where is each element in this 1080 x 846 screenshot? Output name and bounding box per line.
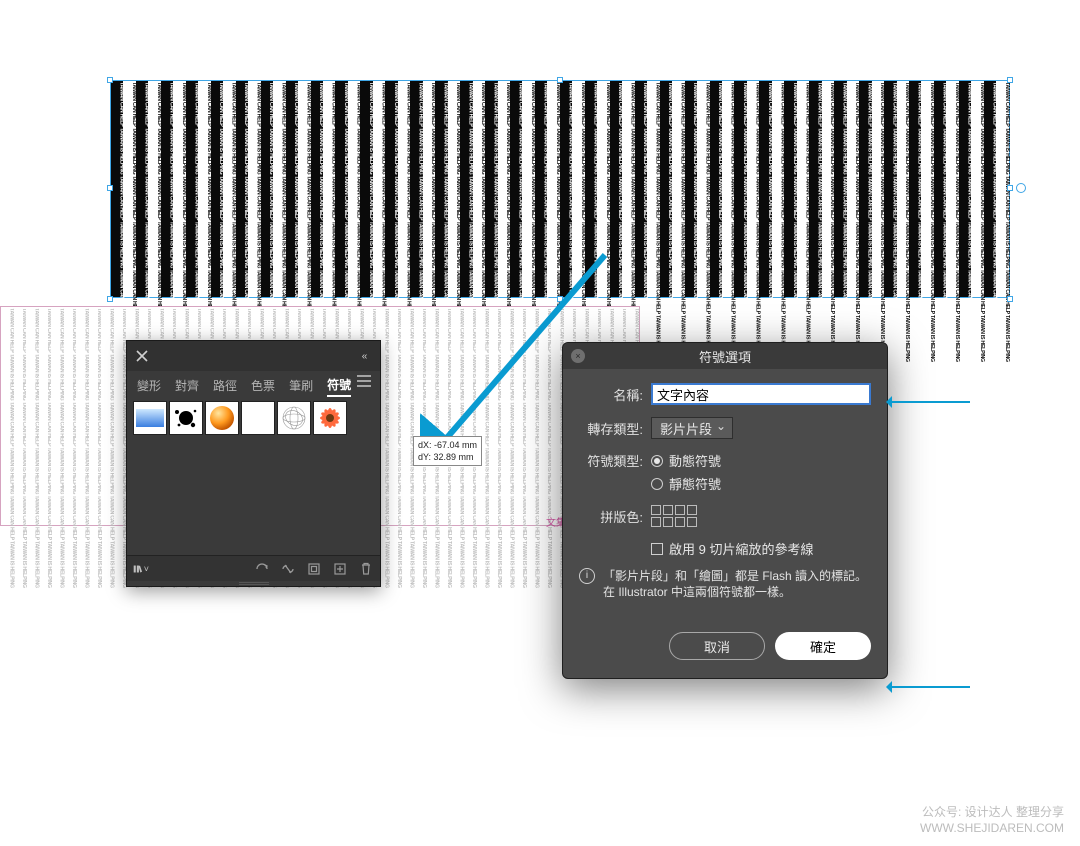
selection-handle-mr[interactable] xyxy=(1007,185,1013,191)
panel-menu-icon[interactable] xyxy=(354,375,374,390)
cancel-button[interactable]: 取消 xyxy=(669,632,765,660)
collapse-icon[interactable]: « xyxy=(352,341,376,371)
panel-tab-row: 變形 對齊 路徑 色票 筆刷 符號 xyxy=(127,371,380,395)
tooltip-dx: dX: -67.04 mm xyxy=(418,439,477,451)
nine-slice-label: 啟用 9 切片縮放的參考線 xyxy=(669,539,813,558)
dialog-info: i 「影片片段」和「繪圖」都是 Flash 讀入的標記。在 Illustrato… xyxy=(579,568,871,600)
credit-line1: 公众号: 设计达人 整理分享 xyxy=(920,804,1064,820)
selection-handle-bm[interactable] xyxy=(557,296,563,302)
credit-line2: WWW.SHEJIDAREN.COM xyxy=(920,820,1064,836)
ok-button[interactable]: 確定 xyxy=(775,632,871,660)
rotate-handle[interactable] xyxy=(1016,183,1026,193)
symbol-orange-orb[interactable] xyxy=(205,401,239,435)
tab-symbols[interactable]: 符號 xyxy=(327,374,351,397)
panel-resize-grip[interactable] xyxy=(127,581,380,586)
symbol-gradient-swatch[interactable] xyxy=(133,401,167,435)
radio-static-label: 靜態符號 xyxy=(669,474,721,493)
symbol-wire-knot[interactable] xyxy=(277,401,311,435)
new-symbol-icon[interactable] xyxy=(332,561,348,577)
selection-handle-bl[interactable] xyxy=(107,296,113,302)
credit: 公众号: 设计达人 整理分享 WWW.SHEJIDAREN.COM xyxy=(920,804,1064,836)
library-icon[interactable]: ˅ xyxy=(133,561,149,577)
radio-dynamic-symbol[interactable]: 動態符號 xyxy=(651,451,721,470)
selection-handle-tr[interactable] xyxy=(1007,77,1013,83)
registration-grid[interactable] xyxy=(651,505,697,527)
place-symbol-icon[interactable] xyxy=(254,561,270,577)
name-input[interactable] xyxy=(651,383,871,405)
registration-label: 拼版色: xyxy=(579,507,643,526)
panel-footer: ˅ xyxy=(127,555,380,581)
symbol-thumbnails xyxy=(127,395,380,555)
artwork-pattern-block[interactable]: TAIWAN CAN HELP TAIWAN IS HELPING TAIWAN… xyxy=(110,80,1010,298)
symbol-ink-splatter[interactable] xyxy=(169,401,203,435)
selection-handle-tl[interactable] xyxy=(107,77,113,83)
symbol-blank[interactable] xyxy=(241,401,275,435)
dialog-title-bar[interactable]: × 符號選項 xyxy=(563,343,887,369)
tab-swatches[interactable]: 色票 xyxy=(251,375,275,396)
tab-brushes[interactable]: 筆刷 xyxy=(289,375,313,396)
tooltip-dy: dY: 32.89 mm xyxy=(418,451,477,463)
ok-label: 確定 xyxy=(810,637,836,656)
export-type-value: 影片片段 xyxy=(660,419,712,438)
tab-path[interactable]: 路徑 xyxy=(213,375,237,396)
selection-handle-tm[interactable] xyxy=(557,77,563,83)
symbol-gerbera-flower[interactable] xyxy=(313,401,347,435)
radio-static-symbol[interactable]: 靜態符號 xyxy=(651,474,871,493)
nine-slice-checkbox[interactable]: 啟用 9 切片縮放的參考線 xyxy=(651,539,871,558)
symbol-options-dialog: × 符號選項 名稱: 轉存類型: 影片片段 符號類型: 動態符號 靜態符號 xyxy=(562,342,888,679)
close-icon[interactable] xyxy=(131,345,153,367)
symbol-type-label: 符號類型: xyxy=(579,451,643,470)
callout-arrow-ok xyxy=(890,686,970,688)
dialog-title: 符號選項 xyxy=(699,347,751,366)
selection-handle-br[interactable] xyxy=(1007,296,1013,302)
cancel-label: 取消 xyxy=(704,637,730,656)
drag-measure-tooltip: dX: -67.04 mm dY: 32.89 mm xyxy=(413,436,482,466)
symbols-panel[interactable]: « 變形 對齊 路徑 色票 筆刷 符號 ˅ xyxy=(126,340,381,587)
name-label: 名稱: xyxy=(579,385,643,404)
info-icon: i xyxy=(579,568,595,584)
tab-align[interactable]: 對齊 xyxy=(175,375,199,396)
export-type-select[interactable]: 影片片段 xyxy=(651,417,733,439)
callout-arrow-name xyxy=(890,401,970,403)
dialog-info-text: 「影片片段」和「繪圖」都是 Flash 讀入的標記。在 Illustrator … xyxy=(603,568,871,600)
tab-transform[interactable]: 變形 xyxy=(137,375,161,396)
trash-icon[interactable] xyxy=(358,561,374,577)
export-type-label: 轉存類型: xyxy=(579,419,643,438)
break-link-icon[interactable] xyxy=(280,561,296,577)
radio-dynamic-label: 動態符號 xyxy=(669,451,721,470)
symbol-options-icon[interactable] xyxy=(306,561,322,577)
selection-handle-ml[interactable] xyxy=(107,185,113,191)
close-icon[interactable]: × xyxy=(571,349,585,363)
